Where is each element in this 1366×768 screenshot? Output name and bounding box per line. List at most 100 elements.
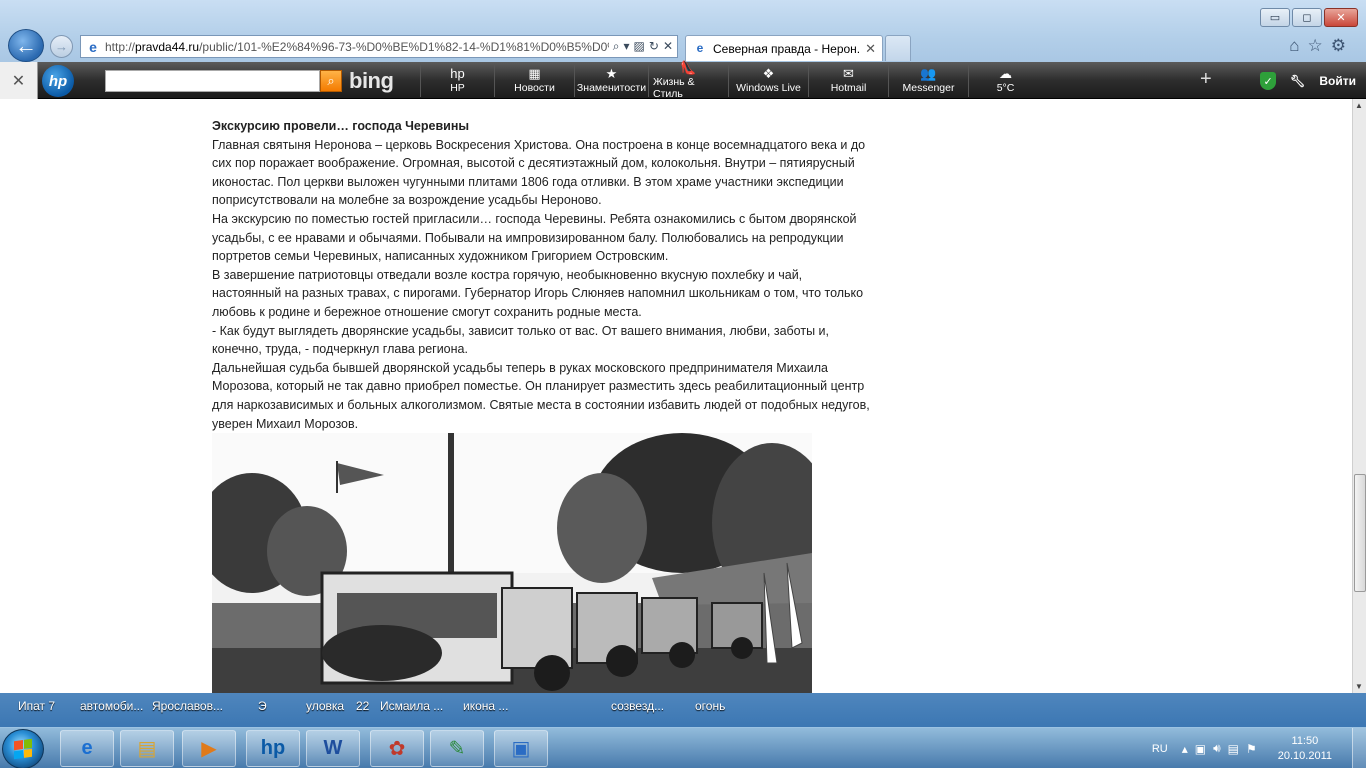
shoe-icon: 👠 <box>680 60 697 75</box>
article-body: Экскурсию провели… господа Черевины Глав… <box>212 117 872 433</box>
toolbar-item-8[interactable]: ☁ 5°C <box>968 64 1042 97</box>
vertical-scrollbar[interactable]: ▲ ▼ <box>1352 99 1366 693</box>
search-icon: ⌕ <box>327 73 335 88</box>
desktop-icon-label[interactable]: Ярославов... <box>152 699 223 713</box>
desktop-icon-label[interactable]: икона ... <box>463 699 508 713</box>
device-icon[interactable]: ▣ <box>1195 742 1206 756</box>
action-center-flag-icon[interactable]: ⚑ <box>1246 742 1257 756</box>
ie-page-icon: e <box>89 38 97 55</box>
hp-logo[interactable]: hp <box>42 65 74 97</box>
scroll-down-icon[interactable]: ▼ <box>1355 682 1363 691</box>
toolbar-close-button[interactable]: ✕ <box>0 62 38 99</box>
scroll-up-icon[interactable]: ▲ <box>1355 101 1363 110</box>
dropdown-arrow-icon[interactable]: ▾ <box>624 39 630 54</box>
address-bar[interactable]: e http://pravda44.ru/public/101-%E2%84%9… <box>80 35 678 58</box>
toolbar-right: ✓ 🔧︎ Войти <box>1260 72 1356 90</box>
chevron-up-icon[interactable]: ▴ <box>1182 742 1188 756</box>
taskbar-app-paint[interactable]: ✎ <box>430 730 484 767</box>
desktop-icon-label[interactable]: Э <box>258 699 267 713</box>
refresh-icon[interactable]: ↻ <box>649 39 659 54</box>
media-player-icon: ▶ <box>201 738 217 760</box>
start-button[interactable] <box>2 729 44 768</box>
favorites-star-icon[interactable]: ☆ <box>1308 36 1323 56</box>
taskbar-app-hp-support[interactable]: hp <box>246 730 300 767</box>
article-photo <box>212 433 812 693</box>
weather-icon: ☁ <box>999 66 1012 81</box>
volume-icon[interactable]: 🔊︎ <box>1213 741 1221 756</box>
toolbar-item-5[interactable]: ❖ Windows Live <box>728 64 808 97</box>
desktop-icon-label[interactable]: созвезд... <box>611 699 664 713</box>
article-paragraph: Главная святыня Неронова – церковь Воскр… <box>212 137 866 208</box>
clock-date: 20.10.2011 <box>1277 749 1332 762</box>
address-url[interactable]: http://pravda44.ru/public/101-%E2%84%96-… <box>105 40 609 54</box>
toolbar-item-7[interactable]: 👥 Messenger <box>888 64 968 97</box>
internet-explorer-icon: e <box>81 737 93 759</box>
minimize-button[interactable]: ▭ <box>1260 8 1290 27</box>
maximize-button[interactable]: ◻ <box>1292 8 1322 27</box>
add-button[interactable]: + <box>1200 68 1212 91</box>
taskbar-app-messenger[interactable]: ✿ <box>370 730 424 767</box>
taskbar-app-photo-viewer[interactable]: ▣ <box>494 730 548 767</box>
taskbar-app-media-player[interactable]: ▶ <box>182 730 236 767</box>
wrench-icon[interactable]: 🔧︎ <box>1290 74 1305 88</box>
search-icon[interactable]: ⌕ <box>613 39 620 54</box>
toolbar-item-3[interactable]: ★ Знаменитости <box>574 64 648 97</box>
back-button[interactable]: ← <box>8 29 44 62</box>
scroll-thumb[interactable] <box>1354 474 1366 592</box>
toolbar-item-label: Messenger <box>902 82 955 94</box>
desktop-icon-label[interactable]: автомоби... <box>80 699 143 713</box>
show-desktop-button[interactable] <box>1352 728 1366 768</box>
article-heading: Экскурсию провели… господа Черевины <box>212 119 470 133</box>
clock[interactable]: 11:50 20.10.2011 <box>1278 734 1332 764</box>
messenger-icon: ✿ <box>388 738 406 760</box>
mail-icon: ✉ <box>843 66 854 81</box>
login-button[interactable]: Войти <box>1319 74 1356 88</box>
toolbar-item-2[interactable]: ▦ Новости <box>494 64 574 97</box>
desktop-icon-label[interactable]: Ипат 7 <box>18 699 55 713</box>
shield-icon[interactable]: ✓ <box>1260 72 1277 90</box>
star-icon: ★ <box>605 66 618 81</box>
home-icon[interactable]: ⌂ <box>1289 36 1299 56</box>
arrow-right-icon: → <box>55 39 68 54</box>
new-tab-button[interactable] <box>885 35 911 61</box>
tab-active[interactable]: e Северная правда - Нерон... ✕ <box>685 35 883 61</box>
windows-icon: ❖ <box>762 66 775 81</box>
hp-toolbar: ✕ hp ⌕ bing hp HP ▦ Новости ★ Знаменитости 👠 Жи… <box>0 60 1366 100</box>
toolbar-item-1[interactable]: hp HP <box>420 64 494 97</box>
desktop-icon-label[interactable]: уловка <box>306 699 344 713</box>
compatibility-icon[interactable]: ▨ <box>634 39 645 54</box>
bing-search-input[interactable] <box>105 70 320 92</box>
network-icon[interactable]: ▤ <box>1228 742 1239 756</box>
toolbar-item-label: 5°C <box>996 82 1015 94</box>
news-icon: ▦ <box>528 66 541 81</box>
toolbar-item-4[interactable]: 👠 Жизнь & Стиль <box>648 60 728 100</box>
taskbar-app-file-explorer[interactable]: ▤ <box>120 730 174 767</box>
desktop-icon-label[interactable]: 22 <box>356 699 369 713</box>
window-controls: ▭ ◻ ✕ <box>1260 8 1358 27</box>
windows-logo-icon <box>14 738 32 760</box>
taskbar-app-internet-explorer[interactable]: e <box>60 730 114 767</box>
toolbar-item-label: Знаменитости <box>576 82 647 94</box>
toolbar-item-label: Windows Live <box>736 82 801 94</box>
taskbar-app-word[interactable]: W <box>306 730 360 767</box>
photo-viewer-icon: ▣ <box>511 738 531 760</box>
file-explorer-icon: ▤ <box>137 738 157 760</box>
stop-icon[interactable]: ✕ <box>663 39 673 54</box>
language-indicator[interactable]: RU <box>1152 743 1168 755</box>
messenger-icon: 👥 <box>920 66 937 81</box>
search-button[interactable]: ⌕ <box>320 70 342 92</box>
desktop-icon-label[interactable]: Исмаила ... <box>380 699 443 713</box>
toolbar-links: hp HP ▦ Новости ★ Знаменитости 👠 Жизнь & Стиль ❖… <box>420 60 1042 100</box>
toolbar-item-label: Жизнь & Стиль <box>653 76 695 100</box>
forward-button[interactable]: → <box>50 35 73 58</box>
hp-support-icon: hp <box>260 737 286 759</box>
bing-logo: bing <box>349 68 394 93</box>
tab-close-button[interactable]: ✕ <box>865 41 876 57</box>
article-paragraph: На экскурсию по поместью гостей пригласи… <box>212 211 857 264</box>
desktop-icon-label[interactable]: огонь <box>695 699 725 713</box>
article-paragraph: В завершение патриотовцы отведали возле … <box>212 267 864 319</box>
close-window-button[interactable]: ✕ <box>1324 8 1358 27</box>
toolbar-item-label: Новости <box>514 82 555 94</box>
toolbar-item-6[interactable]: ✉ Hotmail <box>808 64 888 97</box>
gear-icon[interactable]: ⚙ <box>1331 36 1346 56</box>
